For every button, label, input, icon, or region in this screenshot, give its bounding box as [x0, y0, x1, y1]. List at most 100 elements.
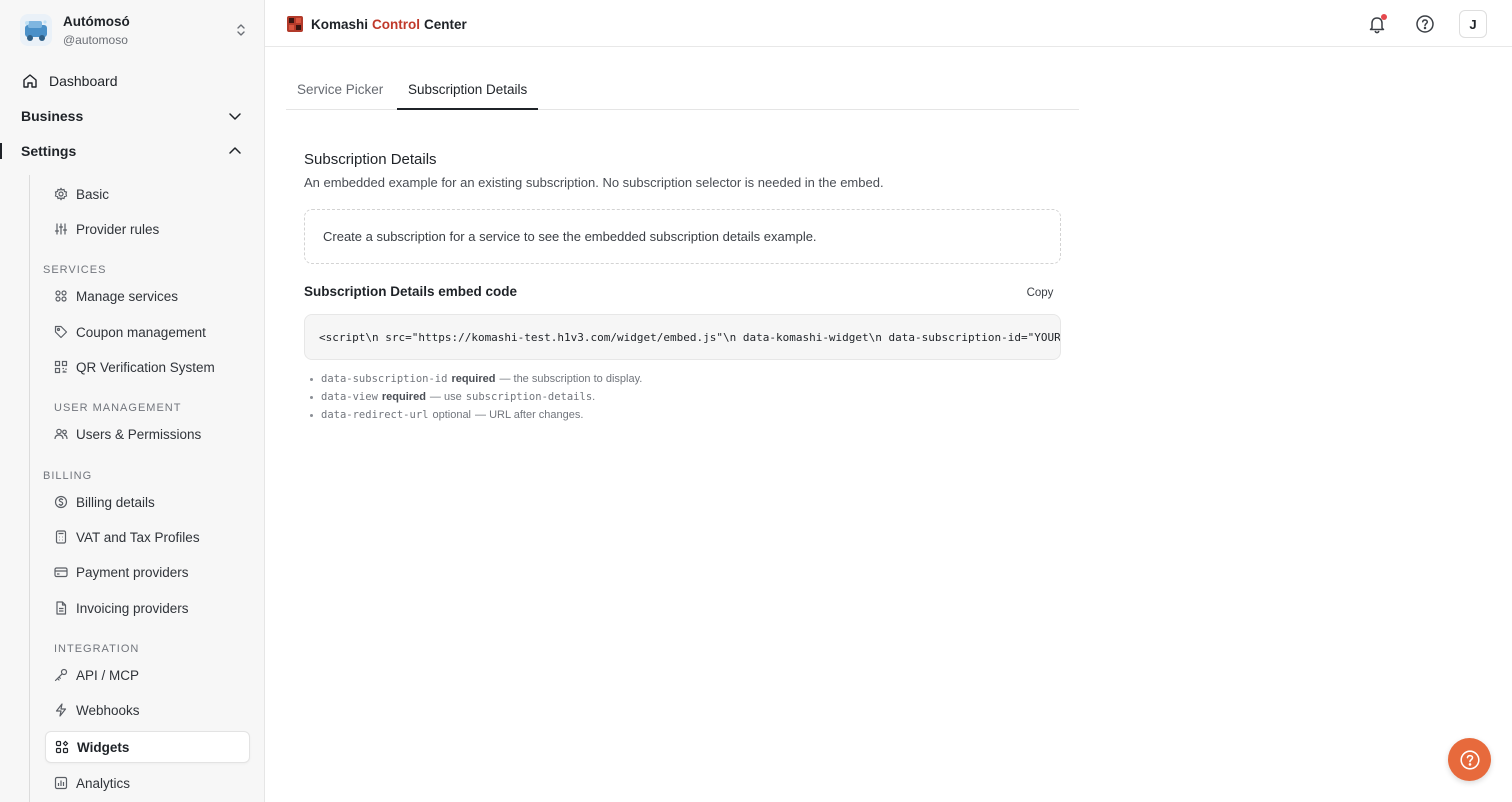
support-chat-button[interactable]: [1448, 738, 1491, 781]
bullet: [310, 413, 313, 417]
section-billing: BILLING: [43, 470, 93, 482]
embed-code: <script\n src="https://komashi-test.h1v3…: [319, 330, 1061, 344]
tab-service-picker[interactable]: Service Picker: [297, 70, 383, 109]
sidebar-item-users-permissions[interactable]: Users & Permissions: [45, 418, 250, 450]
note-text: — use: [429, 391, 462, 403]
note-attr: data-subscription-id: [321, 373, 448, 385]
section-services: SERVICES: [43, 264, 107, 276]
nav-settings-label: Settings: [21, 143, 77, 159]
nav-settings[interactable]: Settings: [0, 136, 265, 166]
sidebar-item-label: Coupon management: [76, 324, 206, 340]
help-circle-icon: [1415, 14, 1435, 34]
sliders-icon: [54, 222, 68, 236]
bell-icon: [1367, 14, 1387, 34]
brand[interactable]: Komashi Control Center: [287, 16, 467, 32]
notifications-button[interactable]: [1365, 12, 1389, 36]
sidebar-item-vat-tax[interactable]: VAT and Tax Profiles: [45, 521, 250, 553]
home-icon: [22, 73, 38, 89]
note-item: data-subscription-id required — the subs…: [310, 370, 1050, 388]
dollar-circle-icon: [54, 495, 68, 509]
sidebar-item-payment-providers[interactable]: Payment providers: [45, 556, 250, 588]
note-attr: data-view: [321, 391, 378, 403]
note-flag: required: [451, 373, 496, 385]
copy-button[interactable]: Copy: [1018, 283, 1062, 303]
bullet: [310, 395, 313, 399]
note-text: — the subscription to display.: [499, 373, 643, 385]
sidebar-item-coupon-management[interactable]: Coupon management: [45, 316, 250, 348]
users-icon: [54, 427, 68, 441]
sidebar-item-basic[interactable]: Basic: [45, 178, 250, 210]
sidebar-item-label: Payment providers: [76, 564, 189, 580]
nav-business[interactable]: Business: [0, 101, 265, 131]
sidebar-item-label: Manage services: [76, 288, 179, 304]
calculator-icon: [54, 530, 68, 544]
sidebar-item-widgets[interactable]: Widgets: [45, 731, 250, 763]
embed-code-title: Subscription Details embed code: [304, 284, 518, 299]
sidebar-item-qr-verification[interactable]: QR Verification System: [45, 351, 250, 383]
top-bar: Komashi Control Center J: [265, 0, 1512, 47]
sidebar-item-label: Billing details: [76, 494, 155, 510]
bullet: [310, 377, 313, 381]
note-item: data-redirect-url optional — URL after c…: [310, 406, 1050, 424]
empty-state-message: Create a subscription for a service to s…: [323, 229, 817, 244]
sidebar-item-label: API / MCP: [76, 667, 140, 683]
sidebar-item-analytics[interactable]: Analytics: [45, 767, 250, 799]
note-item: data-view required — use subscription-de…: [310, 388, 1050, 406]
notification-dot: [1381, 14, 1387, 20]
grid-icon: [54, 289, 68, 303]
brand-name-3: Center: [424, 16, 467, 32]
embed-code-block[interactable]: <script\n src="https://komashi-test.h1v3…: [304, 314, 1061, 360]
sidebar-item-webhooks[interactable]: Webhooks: [45, 694, 250, 726]
gear-icon: [54, 187, 68, 201]
settings-tree-line: [29, 175, 30, 802]
sidebar-item-invoicing-providers[interactable]: Invoicing providers: [45, 592, 250, 624]
account-avatar: [20, 14, 52, 46]
user-menu-button[interactable]: J: [1459, 10, 1487, 38]
note-text: — URL after changes.: [475, 409, 584, 421]
zap-icon: [54, 703, 68, 717]
komashi-logo: [287, 16, 303, 32]
account-switcher[interactable]: Autómosó @automoso: [20, 12, 248, 48]
chevron-down-icon: [227, 108, 243, 124]
chevrons-up-down-icon: [234, 20, 248, 40]
sidebar-item-label: Provider rules: [76, 221, 160, 237]
credit-card-icon: [54, 565, 68, 579]
account-handle: @automoso: [63, 32, 128, 47]
sidebar-item-label: Webhooks: [76, 702, 140, 718]
sidebar-item-label: VAT and Tax Profiles: [76, 529, 200, 545]
note-attr: data-redirect-url: [321, 409, 429, 421]
sidebar-item-manage-services[interactable]: Manage services: [45, 280, 250, 312]
help-circle-icon: [1459, 749, 1481, 771]
brand-name-1: Komashi: [311, 16, 369, 32]
note-flag: required: [381, 391, 426, 403]
note-value: subscription-details: [465, 391, 593, 403]
nav-business-label: Business: [21, 108, 84, 124]
qr-code-icon: [54, 360, 68, 374]
section-user-management: USER MANAGEMENT: [54, 402, 182, 414]
sidebar-item-billing-details[interactable]: Billing details: [45, 486, 250, 518]
sidebar-item-label: Invoicing providers: [76, 600, 189, 616]
help-button[interactable]: [1413, 12, 1437, 36]
brand-name-2: Control: [372, 16, 421, 32]
note-text-end: .: [592, 391, 596, 403]
sidebar-item-label: Basic: [76, 186, 110, 202]
section-integration: INTEGRATION: [54, 643, 140, 655]
sidebar-item-api-mcp[interactable]: API / MCP: [45, 659, 250, 691]
tab-bar: Service Picker Subscription Details: [286, 70, 1079, 110]
key-icon: [54, 668, 68, 682]
sidebar-item-label: QR Verification System: [76, 359, 215, 375]
section-title: Subscription Details: [304, 151, 437, 168]
sidebar-item-label: Widgets: [77, 739, 130, 755]
sidebar: Autómosó @automoso Dashboard Business Se…: [0, 0, 265, 802]
nav-dashboard[interactable]: Dashboard: [0, 66, 265, 96]
sidebar-item-label: Users & Permissions: [76, 426, 202, 442]
section-description: An embedded example for an existing subs…: [304, 175, 884, 190]
bar-chart-icon: [54, 776, 68, 790]
sidebar-item-provider-rules[interactable]: Provider rules: [45, 213, 250, 245]
empty-state-box: Create a subscription for a service to s…: [304, 209, 1061, 264]
tab-subscription-details[interactable]: Subscription Details: [397, 70, 539, 110]
file-text-icon: [54, 601, 68, 615]
note-flag: optional: [432, 409, 472, 421]
nav-dashboard-label: Dashboard: [49, 73, 118, 89]
chevron-up-icon: [227, 143, 243, 159]
